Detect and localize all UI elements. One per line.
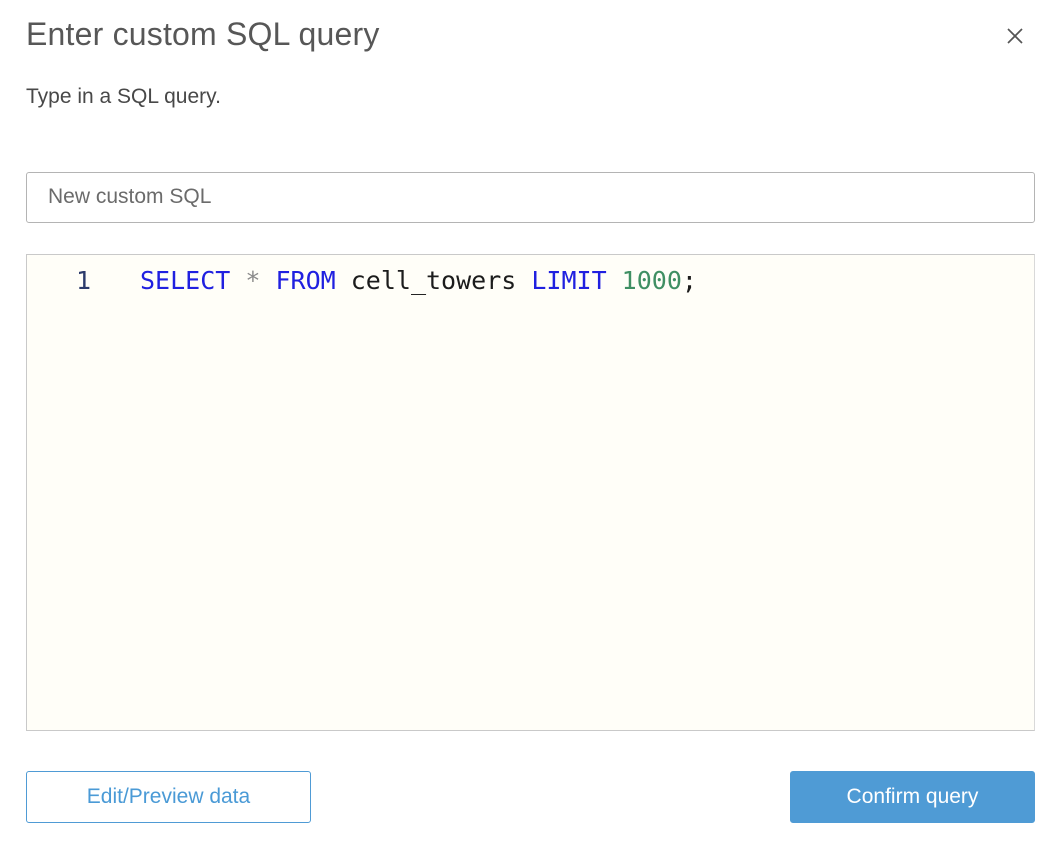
line-number: 1: [75, 265, 91, 295]
edit-preview-data-button[interactable]: Edit/Preview data: [26, 770, 311, 823]
sql-token-punctuation: ;: [681, 265, 697, 295]
dialog-header: Enter custom SQL query: [26, 14, 1035, 56]
close-icon: [1004, 25, 1026, 47]
custom-sql-dialog: Enter custom SQL query Type in a SQL que…: [0, 0, 1061, 845]
sql-token-keyword: LIMIT: [531, 265, 622, 295]
sql-token-keyword: SELECT: [140, 265, 246, 295]
sql-token-identifier: cell_towers: [350, 265, 532, 295]
confirm-query-button[interactable]: Confirm query: [790, 770, 1035, 823]
sql-token-number: 1000: [621, 265, 682, 295]
close-button[interactable]: [1001, 22, 1029, 50]
sql-query-text[interactable]: SELECT * FROM cell_towers LIMIT 1000;: [140, 265, 697, 297]
dialog-subtitle: Type in a SQL query.: [26, 84, 221, 108]
code-line[interactable]: 1 SELECT * FROM cell_towers LIMIT 1000;: [27, 255, 1034, 297]
sql-token-keyword: FROM: [275, 265, 351, 295]
sql-code-editor[interactable]: 1 SELECT * FROM cell_towers LIMIT 1000;: [26, 253, 1035, 731]
dialog-title: Enter custom SQL query: [26, 16, 380, 52]
dialog-footer: Edit/Preview data Confirm query: [26, 770, 1035, 823]
sql-token-operator: *: [245, 265, 276, 295]
custom-sql-name-input[interactable]: [26, 171, 1035, 223]
